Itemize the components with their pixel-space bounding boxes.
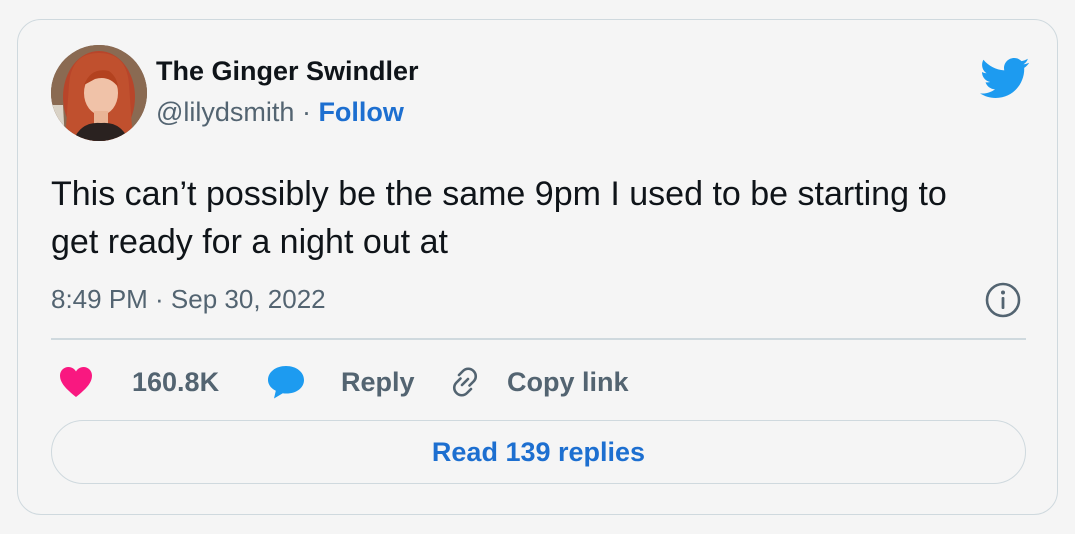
heart-icon (60, 367, 92, 397)
tweet-timestamp[interactable]: 8:49 PM · Sep 30, 2022 (51, 284, 326, 315)
speech-bubble-icon (268, 366, 304, 399)
tweet-text: This can’t possibly be the same 9pm I us… (51, 175, 947, 261)
copy-link-label: Copy link (507, 366, 629, 397)
divider (51, 338, 1026, 340)
info-icon[interactable] (984, 281, 1022, 319)
author-display-name[interactable]: The Ginger Swindler (156, 56, 419, 87)
twitter-bird-icon[interactable] (978, 52, 1030, 104)
reply-button[interactable]: Reply (266, 360, 415, 404)
link-icon (452, 367, 478, 397)
like-count: 160.8K (132, 366, 220, 397)
like-button[interactable]: 160.8K (58, 360, 219, 404)
reply-label: Reply (341, 366, 415, 397)
handle-separator: · (294, 97, 319, 127)
tweet-embed-card: The Ginger Swindler @lilydsmith · Follow… (17, 19, 1058, 515)
read-replies-button[interactable]: Read 139 replies (51, 420, 1026, 484)
copy-link-button[interactable]: Copy link (447, 360, 629, 404)
avatar[interactable] (51, 45, 147, 141)
author-handle[interactable]: @lilydsmith (156, 97, 294, 127)
follow-button[interactable]: Follow (318, 97, 403, 127)
author-handle-row: @lilydsmith · Follow (156, 97, 404, 128)
